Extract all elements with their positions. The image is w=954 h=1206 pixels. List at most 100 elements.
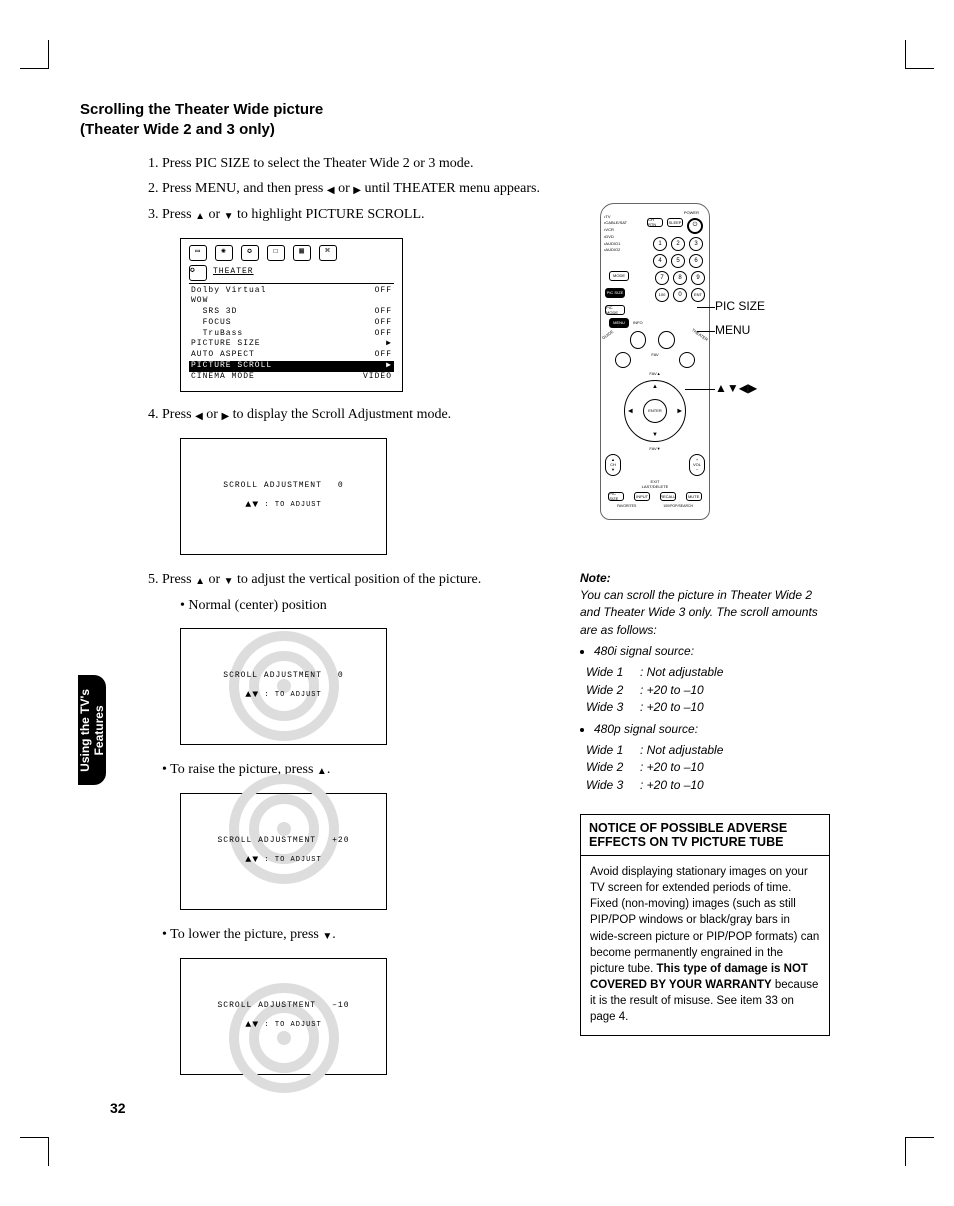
osd-tab-icon: ▭ — [189, 245, 207, 261]
fav-label: FAV — [651, 352, 658, 368]
right-column: •TV •CABLE/SAT •VCR •DVD •AUDIO1 •AUDIO2… — [580, 147, 830, 1037]
remote-mode-labels: •TV •CABLE/SAT •VCR •DVD •AUDIO1 •AUDIO2 — [604, 214, 627, 255]
step-4: Press or to display the Scroll Adjustmen… — [162, 404, 550, 555]
mode-tv: TV — [605, 214, 610, 219]
osd-title-icon: ✪ — [189, 265, 207, 281]
osd-row-value: OFF — [337, 329, 394, 340]
step-2c: until THEATER menu appears. — [361, 181, 540, 196]
osd-row-value-highlight: ▶ — [337, 361, 394, 372]
dpad-left-icon: ◀ — [628, 407, 633, 414]
down-arrow-icon — [252, 688, 259, 703]
down-arrow-icon — [224, 570, 234, 591]
down-arrow-icon — [252, 1018, 259, 1033]
osd-scroll-raise: SCROLL ADJUSTMENT+20 : TO ADJUST — [180, 793, 387, 910]
up-arrow-icon — [317, 760, 327, 781]
osd-row-value: OFF — [337, 286, 394, 297]
input-button: INPUT — [634, 492, 650, 501]
step-2a: Press MENU, and then press — [162, 181, 327, 196]
digit-5: 5 — [671, 254, 685, 268]
osd-scroll-value: –10 — [332, 1000, 349, 1012]
callout-arrows: ▲▼◀▶ — [715, 381, 757, 395]
left-arrow-icon — [327, 179, 335, 200]
callout-menu-text: MENU — [715, 323, 750, 337]
digit-4: 4 — [653, 254, 667, 268]
heading-line1: Scrolling the Theater Wide picture — [80, 101, 323, 118]
digit-3: 3 — [689, 237, 703, 251]
digit-0: 0 — [673, 288, 687, 302]
step-3a: Press — [162, 207, 195, 222]
step-2: Press MENU, and then press or until THEA… — [162, 178, 550, 200]
osd-row-label: PICTURE SIZE — [189, 339, 337, 350]
menu-button: MENU — [609, 318, 629, 328]
step-3c: to highlight PICTURE SCROLL. — [234, 207, 425, 222]
osd-scroll-value: 0 — [338, 480, 344, 492]
enter-button: ENTER — [643, 399, 667, 423]
step-3: Press or to highlight PICTURE SCROLL. ▭ … — [162, 204, 550, 392]
notice-title: NOTICE OF POSSIBLE ADVERSE EFFECTS ON TV… — [581, 815, 829, 856]
mode-audio2: AUDIO2 — [605, 247, 620, 252]
note-row-v: : +20 to –10 — [640, 682, 704, 699]
osd-row-label: WOW — [189, 296, 337, 307]
up-arrow-icon — [195, 570, 205, 591]
osd-row-value: VIDEO — [337, 372, 394, 383]
osd-scroll-center: SCROLL ADJUSTMENT0 : TO ADJUST — [180, 628, 387, 745]
dpad-right-icon: ▶ — [677, 407, 682, 414]
down-arrow-icon — [224, 205, 234, 226]
note-row-k: Wide 2 — [586, 759, 640, 776]
osd-scroll-lower: SCROLL ADJUSTMENT–10 : TO ADJUST — [180, 958, 387, 1075]
step-1-text: Press PIC SIZE to select the Theater Wid… — [162, 156, 474, 171]
osd-scroll-label: SCROLL ADJUSTMENT — [223, 670, 322, 682]
note-row-v: : +20 to –10 — [640, 699, 704, 716]
note-row-v: : +20 to –10 — [640, 777, 704, 794]
step-1: Press PIC SIZE to select the Theater Wid… — [162, 153, 550, 174]
step-4b: or — [203, 407, 222, 422]
osd-row-value: ▶ — [337, 339, 394, 350]
up-arrow-icon — [245, 1018, 252, 1033]
digit-2: 2 — [671, 237, 685, 251]
note-src1: 480i signal source: — [594, 643, 830, 660]
note-row-v: : Not adjustable — [640, 664, 723, 681]
note-row-v: : +20 to –10 — [640, 759, 704, 776]
favorites-label: FAVORITES — [617, 504, 636, 508]
last-button — [679, 352, 695, 368]
osd-scroll-adjustment: SCROLL ADJUSTMENT0 : TO ADJUST — [180, 438, 387, 555]
step-3b: or — [205, 207, 224, 222]
osd-scroll-hint: : TO ADJUST — [265, 691, 322, 699]
step-4c: to display the Scroll Adjustment mode. — [229, 407, 451, 422]
step-5a: Press — [162, 572, 195, 587]
mode-audio1: AUDIO1 — [605, 241, 620, 246]
page-number: 32 — [110, 1100, 126, 1116]
osd-title: THEATER — [213, 267, 254, 278]
osd-row-label: SRS 3D — [189, 307, 337, 318]
note-src2: 480p signal source: — [594, 721, 830, 738]
picsize-button: PIC SIZE — [605, 288, 625, 298]
mode-vcr: VCR — [605, 227, 613, 232]
bullet-raise: • To raise the picture, press . — [162, 759, 550, 781]
mute-button: MUTE — [686, 492, 702, 501]
notice-box: NOTICE OF POSSIBLE ADVERSE EFFECTS ON TV… — [580, 814, 830, 1036]
note-body: You can scroll the picture in Theater Wi… — [580, 587, 830, 639]
note-row-k: Wide 1 — [586, 742, 640, 759]
osd-tab-icon: ☐ — [267, 245, 285, 261]
recall-button: RECALL — [660, 492, 676, 501]
popsearch-label: 100/POP/SEARCH — [663, 504, 693, 508]
mode-cablesat: CABLE/SAT — [605, 220, 627, 225]
crop-mark — [905, 1137, 934, 1166]
favdown-label: FAV▼ — [605, 446, 705, 451]
power-button: ⏻ — [687, 218, 703, 234]
note-row-k: Wide 3 — [586, 699, 640, 716]
digit-8: 8 — [673, 271, 687, 285]
digit-7: 7 — [655, 271, 669, 285]
up-arrow-icon — [245, 688, 252, 703]
ent-button: ENT — [691, 288, 705, 302]
info-label: INFO — [633, 320, 643, 325]
digit-6: 6 — [689, 254, 703, 268]
vol-rocker: +VOL− — [689, 454, 705, 476]
step-list: Press PIC SIZE to select the Theater Wid… — [140, 153, 550, 1075]
osd-tab-icons: ▭ ✺ ✪ ☐ ▦ ⌘ — [189, 245, 394, 261]
down-arrow-icon — [322, 925, 332, 946]
osd-row-value: OFF — [337, 350, 394, 361]
bullet-raise-b: . — [327, 762, 331, 777]
callout-arrows-text: ▲▼◀▶ — [715, 381, 757, 395]
callout-picsize-text: PIC SIZE — [715, 299, 765, 313]
